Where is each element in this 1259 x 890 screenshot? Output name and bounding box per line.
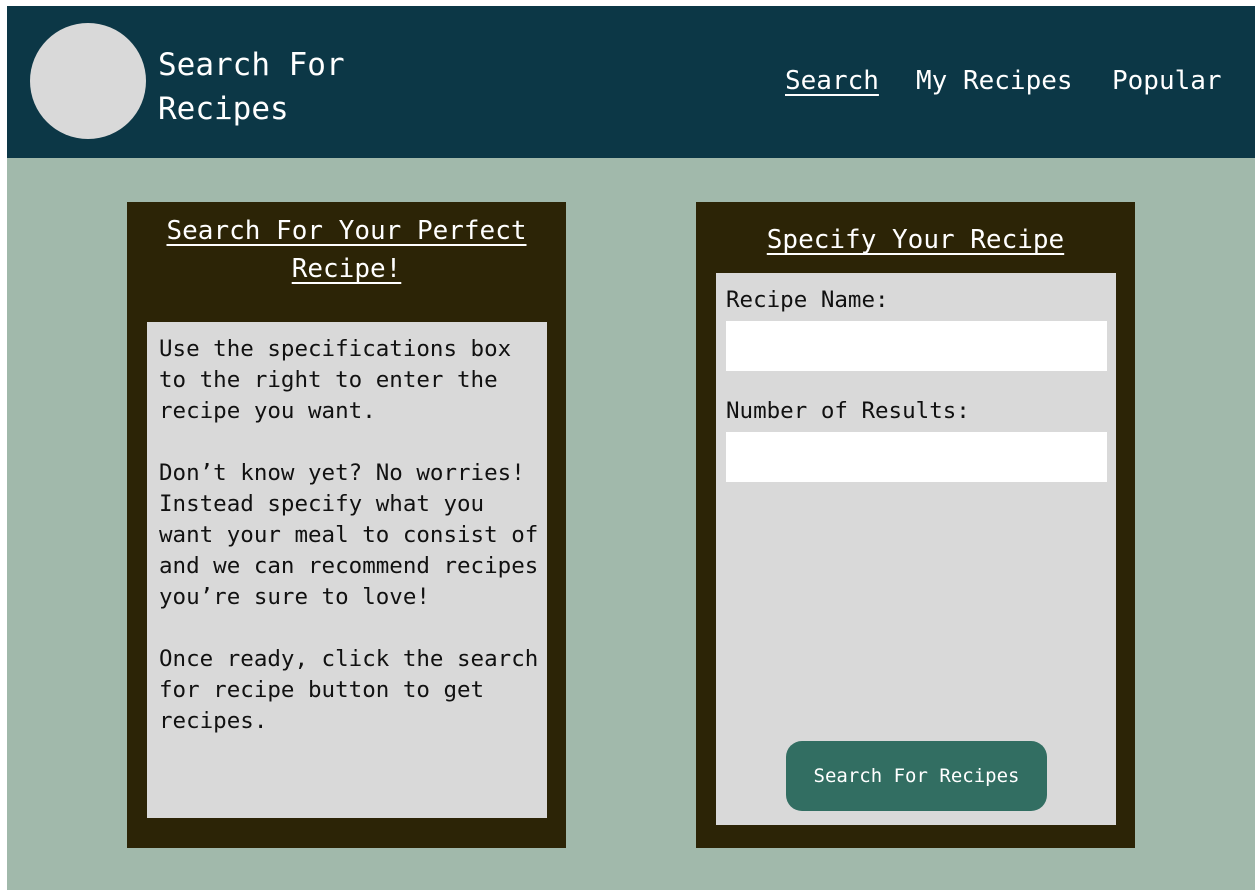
info-paragraph-ready: Once ready, click the search for recipe … (159, 646, 539, 734)
info-box: Use the specifications box to the right … (147, 322, 547, 818)
num-results-input[interactable] (726, 432, 1107, 482)
num-results-label: Number of Results: (726, 398, 970, 424)
site-header: Search For Recipes Search My Recipes Pop… (7, 6, 1255, 158)
info-text: Use the specifications box to the right … (159, 334, 539, 768)
site-title: Search For Recipes (158, 47, 345, 127)
page-frame: Search For Recipes Search My Recipes Pop… (7, 6, 1255, 890)
search-for-recipes-button[interactable]: Search For Recipes (786, 741, 1047, 811)
info-panel-heading-line2: Recipe! (291, 254, 402, 284)
nav-my-recipes[interactable]: My Recipes (916, 64, 1073, 98)
spec-panel-heading: Specify Your Recipe (766, 225, 1065, 255)
info-paragraph-suggestions: Don’t know yet? No worries! Instead spec… (159, 460, 539, 610)
info-panel: Search For Your Perfect Recipe! Use the … (127, 202, 566, 848)
recipe-name-label: Recipe Name: (726, 287, 889, 313)
logo-placeholder[interactable] (30, 23, 146, 139)
info-paragraph-instructions: Use the specifications box to the right … (159, 336, 512, 424)
info-panel-heading: Search For Your Perfect Recipe! (127, 212, 566, 288)
nav-search[interactable]: Search (785, 64, 879, 98)
spec-form: Recipe Name: Number of Results: Search F… (716, 273, 1116, 825)
nav-popular[interactable]: Popular (1112, 64, 1222, 98)
info-panel-heading-line1: Search For Your Perfect (166, 216, 527, 246)
spec-panel: Specify Your Recipe Recipe Name: Number … (696, 202, 1135, 848)
recipe-name-input[interactable] (726, 321, 1107, 371)
